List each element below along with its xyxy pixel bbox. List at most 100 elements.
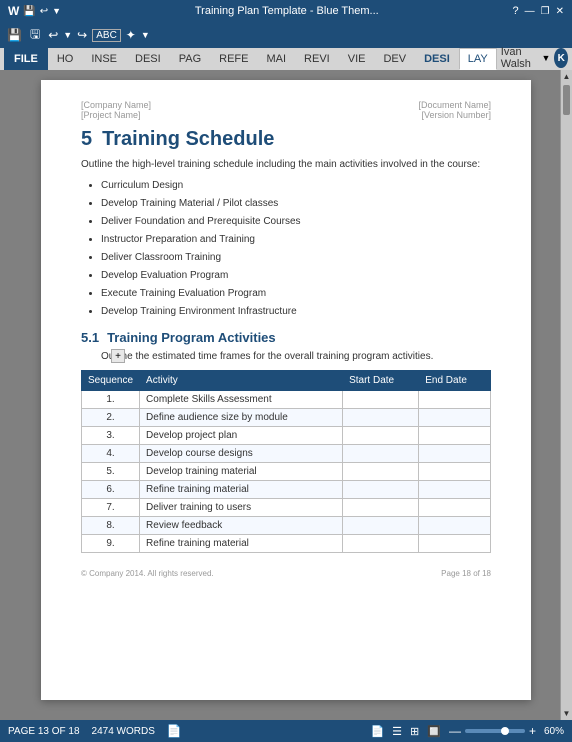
subsection-5-1-title: 5.1 Training Program Activities (81, 330, 491, 345)
layout-icon4[interactable]: 🔲 (427, 725, 441, 738)
subsection-number: 5.1 (81, 330, 99, 345)
zoom-plus[interactable]: + (529, 724, 536, 738)
tab-insert[interactable]: INSE (82, 48, 126, 70)
user-area: Ivan Walsh ▼ K (497, 46, 572, 70)
cell-start-date (343, 445, 419, 463)
scroll-thumb[interactable] (563, 85, 570, 115)
cell-activity: Refine training material (140, 535, 343, 553)
table-desc-row: + Outline the estimated time frames for … (81, 349, 491, 364)
page-meta-right: [Document Name] [Version Number] (418, 100, 491, 120)
scrollbar[interactable]: ▲ ▼ (560, 70, 572, 720)
header-start-date: Start Date (343, 371, 419, 391)
tab-view[interactable]: VIE (339, 48, 375, 70)
cell-sequence: 9. (82, 535, 140, 553)
tab-design[interactable]: DESI (126, 48, 170, 70)
cell-activity: Develop course designs (140, 445, 343, 463)
cell-end-date (419, 481, 491, 499)
zoom-slider[interactable] (465, 729, 525, 733)
customize-dropdown[interactable]: ▼ (141, 30, 150, 40)
minimize-button[interactable]: — (525, 6, 535, 17)
cell-start-date (343, 463, 419, 481)
page-number: Page 18 of 18 (441, 569, 491, 578)
close-button[interactable]: ✕ (556, 6, 564, 17)
zoom-bar: — + (449, 724, 536, 738)
table-row: 6. Refine training material (82, 481, 491, 499)
save-icon2[interactable]: 🖫 (27, 25, 43, 46)
document-area: [Company Name] [Project Name] [Document … (0, 70, 572, 720)
cell-start-date (343, 391, 419, 409)
table-row: 9. Refine training material (82, 535, 491, 553)
scroll-up[interactable]: ▲ (561, 70, 572, 83)
tab-home[interactable]: HO (48, 48, 83, 70)
redo-icon[interactable]: ↪ (74, 28, 90, 42)
cell-end-date (419, 463, 491, 481)
tab-review[interactable]: REVI (295, 48, 339, 70)
customize-icon[interactable]: ✦ (123, 28, 139, 42)
cell-end-date (419, 535, 491, 553)
quick-save-icon[interactable]: 💾 (23, 6, 35, 17)
page-meta: [Company Name] [Project Name] [Document … (81, 100, 491, 120)
layout-icon3[interactable]: ⊞ (410, 725, 419, 738)
page-footer: © Company 2014. All rights reserved. Pag… (81, 569, 491, 578)
title-bar-controls: ? — ❐ ✕ (513, 5, 564, 17)
cell-start-date (343, 481, 419, 499)
table-row: 2. Define audience size by module (82, 409, 491, 427)
user-avatar: K (554, 48, 568, 68)
tab-references[interactable]: REFE (210, 48, 257, 70)
list-item: Instructor Preparation and Training (101, 232, 491, 248)
word-logo: W (8, 4, 19, 18)
cell-start-date (343, 517, 419, 535)
proof-icon[interactable]: 📄 (167, 724, 182, 738)
list-item: Execute Training Evaluation Program (101, 286, 491, 302)
section-description: Outline the high-level training schedule… (81, 157, 491, 172)
cell-end-date (419, 499, 491, 517)
undo-icon[interactable]: ↩ (45, 28, 61, 42)
ribbon-tabs: FILE HO INSE DESI PAG REFE MAI REVI VIE … (0, 48, 572, 70)
cell-sequence: 5. (82, 463, 140, 481)
layout-icon2[interactable]: ☰ (392, 725, 402, 738)
table-row: 3. Develop project plan (82, 427, 491, 445)
table-row: 5. Develop training material (82, 463, 491, 481)
cell-activity: Develop training material (140, 463, 343, 481)
cell-end-date (419, 427, 491, 445)
cell-start-date (343, 409, 419, 427)
page-count: PAGE 13 OF 18 (8, 726, 80, 737)
status-left: PAGE 13 OF 18 2474 WORDS 📄 (8, 724, 182, 738)
quick-dropdown[interactable]: ▼ (52, 6, 61, 16)
subsection-description: Outline the estimated time frames for th… (101, 351, 433, 362)
tab-layout[interactable]: LAY (459, 48, 497, 70)
restore-button[interactable]: ❐ (541, 6, 550, 17)
section-number: 5 (81, 128, 92, 151)
cell-sequence: 1. (82, 391, 140, 409)
zoom-thumb (501, 727, 509, 735)
cell-sequence: 7. (82, 499, 140, 517)
zoom-minus[interactable]: — (449, 724, 461, 738)
quick-undo-icon[interactable]: ↩ (40, 6, 48, 17)
cell-start-date (343, 499, 419, 517)
user-dropdown[interactable]: ▼ (541, 53, 550, 63)
cell-sequence: 2. (82, 409, 140, 427)
subsection-title-text: Training Program Activities (107, 330, 276, 345)
spell-check-icon[interactable]: ABC (92, 29, 121, 42)
list-item: Curriculum Design (101, 178, 491, 194)
tab-file[interactable]: FILE (4, 48, 48, 70)
cell-start-date (343, 427, 419, 445)
layout-icon1[interactable]: 📄 (370, 725, 384, 738)
cell-activity: Refine training material (140, 481, 343, 499)
list-item: Develop Training Material / Pilot classe… (101, 196, 491, 212)
table-row: 1. Complete Skills Assessment (82, 391, 491, 409)
section-5-title: 5 Training Schedule (81, 128, 491, 151)
tab-developer[interactable]: DEV (374, 48, 415, 70)
scroll-down[interactable]: ▼ (561, 707, 572, 720)
tab-mailings[interactable]: MAI (257, 48, 295, 70)
table-add-button[interactable]: + (111, 349, 125, 363)
tab-design2[interactable]: DESI (415, 48, 459, 70)
undo-dropdown[interactable]: ▼ (63, 30, 72, 40)
save-icon[interactable]: 💾 (4, 28, 25, 42)
page-meta-left: [Company Name] [Project Name] (81, 100, 151, 120)
cell-end-date (419, 391, 491, 409)
tab-page[interactable]: PAG (170, 48, 210, 70)
help-button[interactable]: ? (513, 5, 519, 17)
cell-sequence: 4. (82, 445, 140, 463)
status-right: 📄 ☰ ⊞ 🔲 — + 60% (370, 724, 564, 738)
